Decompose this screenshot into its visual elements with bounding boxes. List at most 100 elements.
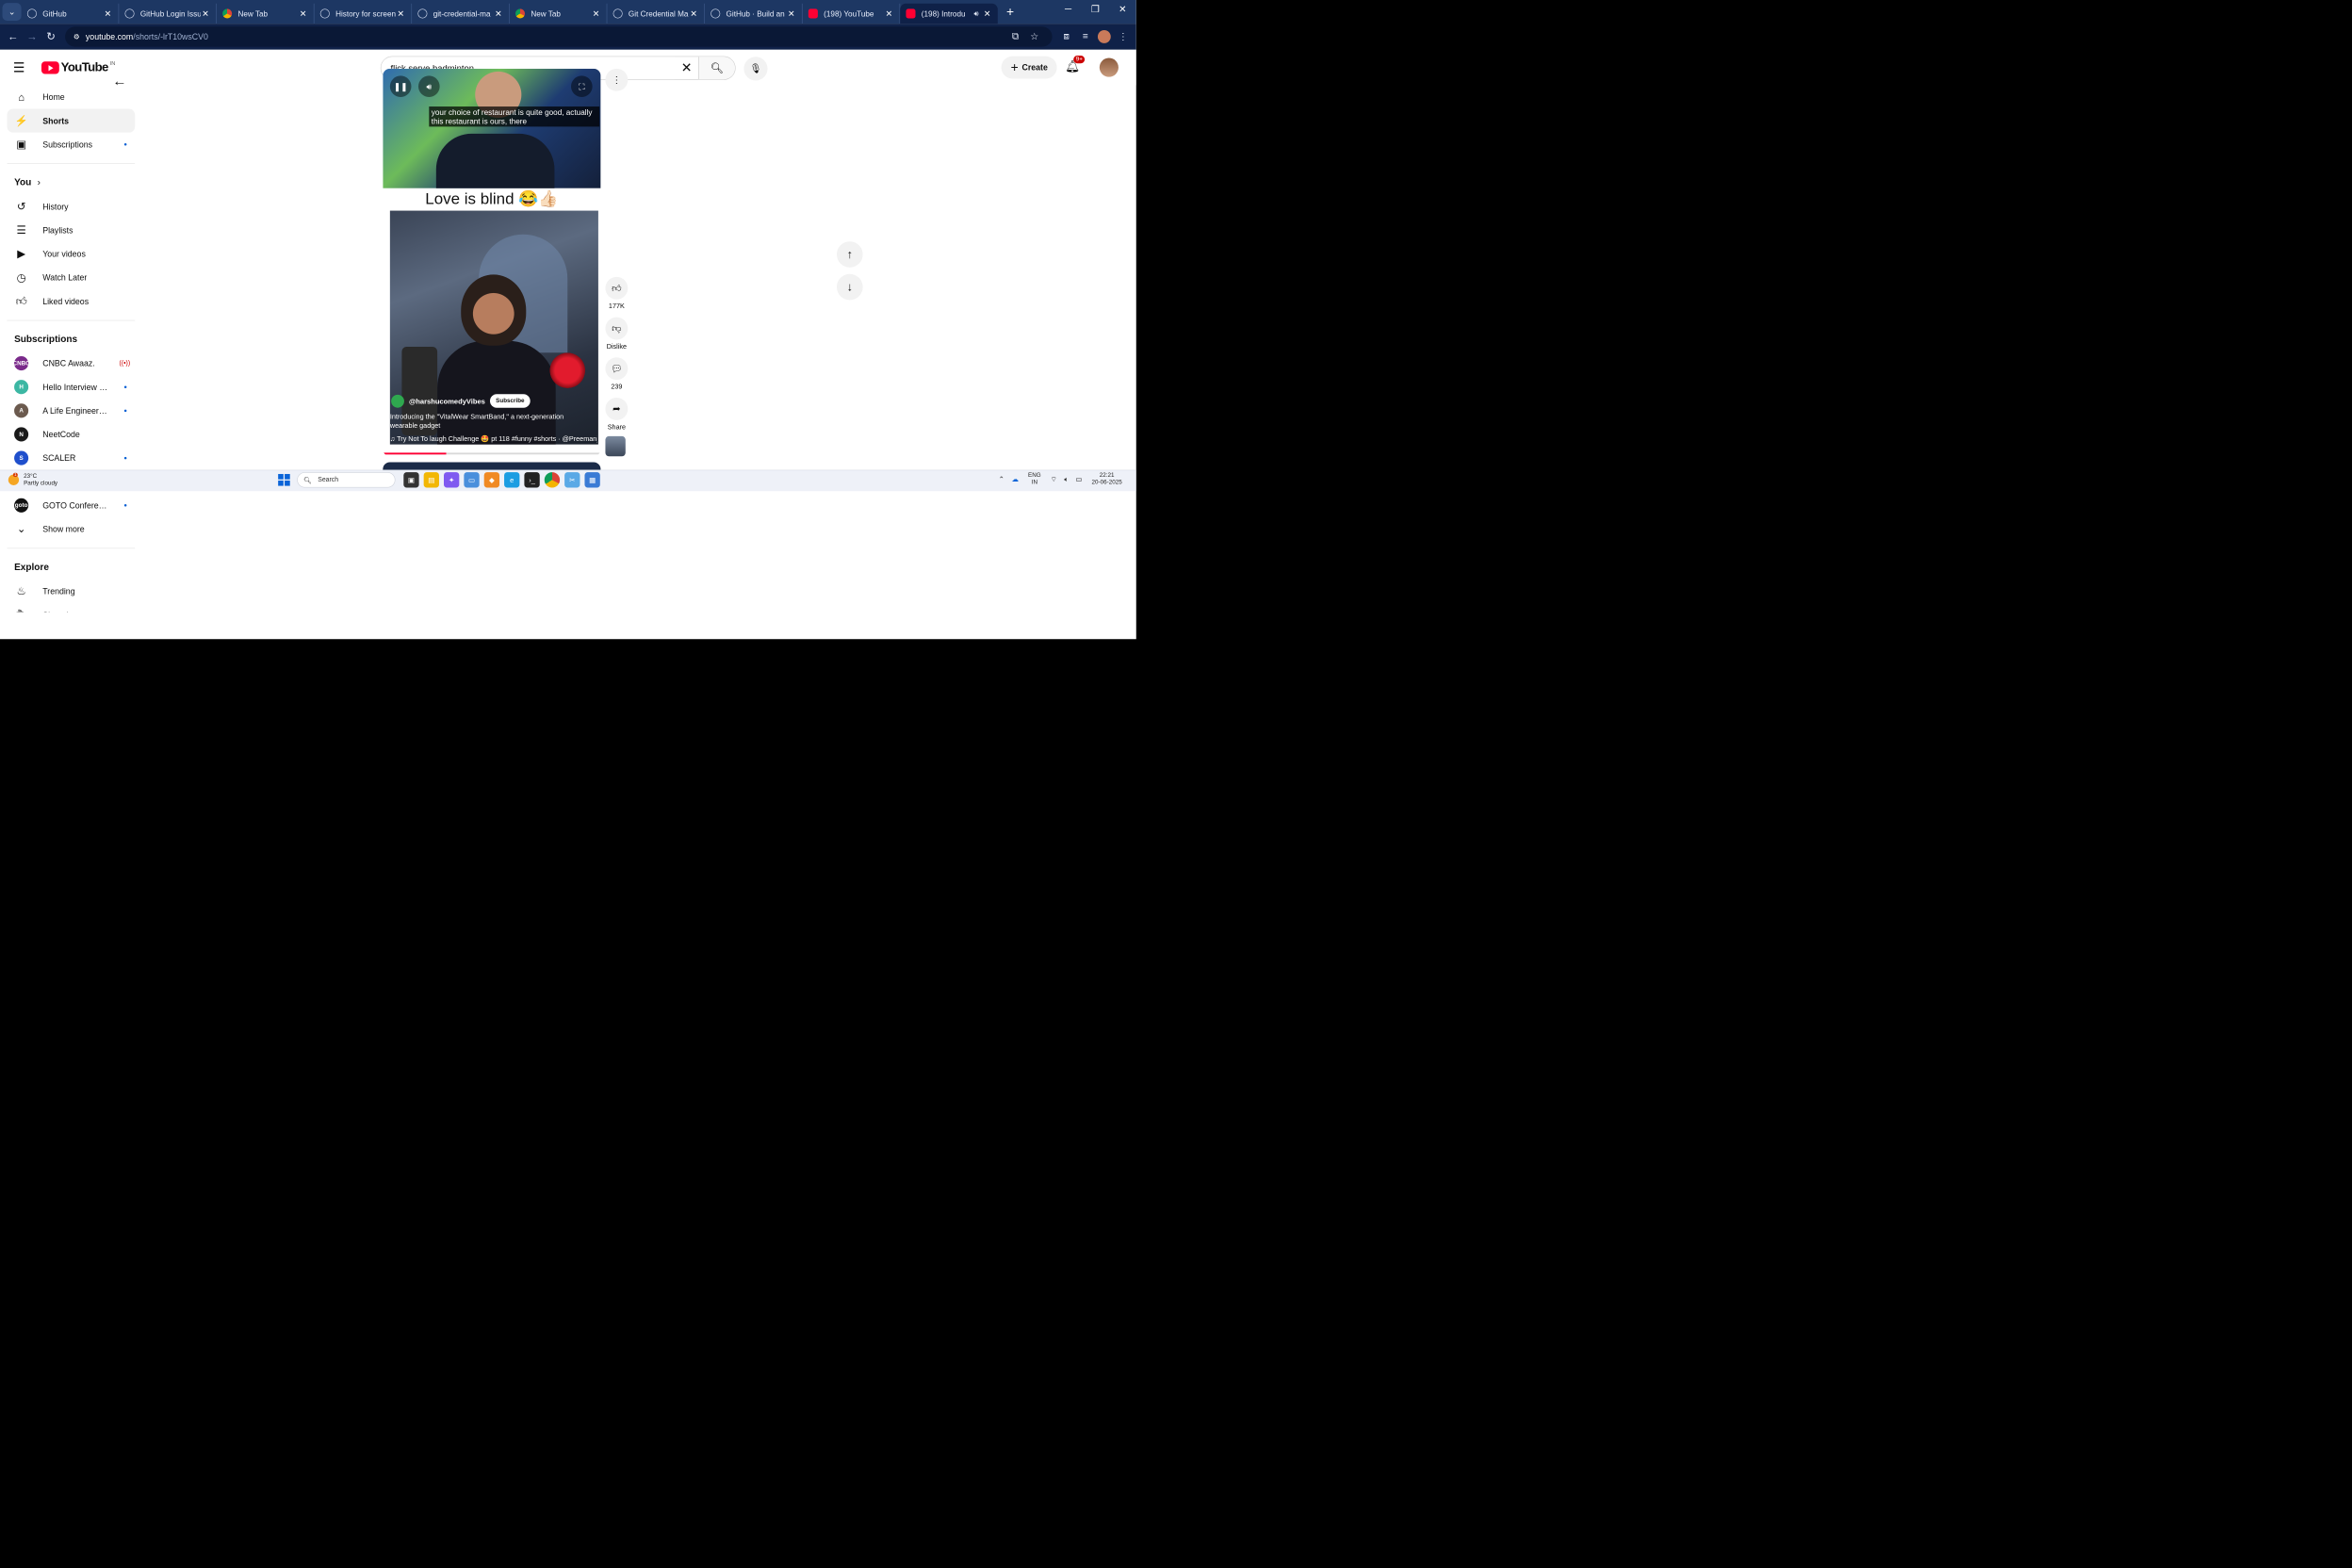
snipping-tool-icon[interactable]: ✂ — [564, 472, 580, 488]
profile-button[interactable] — [1095, 27, 1114, 46]
media-controls-icon[interactable]: ≡ — [1076, 27, 1095, 46]
tab-close-icon[interactable]: ✕ — [787, 8, 796, 19]
sidebar-item[interactable]: H Hello Interview - ... — [8, 375, 136, 399]
chrome-icon[interactable] — [544, 472, 561, 488]
fullscreen-button[interactable]: ⛶ — [571, 75, 593, 97]
pause-button[interactable]: ❚❚ — [389, 75, 412, 97]
forward-button[interactable]: → — [23, 27, 41, 46]
tab-search-button[interactable]: ⌄ — [2, 3, 22, 21]
address-bar[interactable]: ⚙ youtube.com/shorts/-lrT10wsCV0 ⧉ ☆ — [65, 26, 1053, 47]
tab-close-icon[interactable]: ✕ — [103, 8, 112, 19]
edge-icon[interactable]: e — [504, 472, 520, 488]
voice-search-button[interactable]: 🎙︎ — [743, 57, 768, 81]
comments-button[interactable]: 💬︎ 239 — [605, 357, 629, 390]
taskbar-search[interactable]: 🔍︎ Search — [297, 472, 396, 488]
terminal-icon[interactable]: ›_ — [524, 472, 540, 488]
window-app-icon[interactable]: ▭ — [464, 472, 480, 488]
sidebar-you-header[interactable]: You › — [0, 171, 142, 194]
battery-icon[interactable]: ▭ — [1075, 475, 1082, 483]
language-indicator[interactable]: ENG IN — [1028, 472, 1041, 486]
previous-short-button[interactable]: ↑ — [836, 241, 863, 268]
sidebar-item[interactable]: N NeetCode — [8, 422, 136, 446]
tab-audio-icon[interactable]: 🔊︎ — [974, 8, 979, 18]
tab-close-icon[interactable]: ✕ — [494, 8, 503, 19]
sidebar-item[interactable]: ☰ Playlists — [8, 219, 136, 242]
sidebar-item[interactable]: ⚡ Shorts — [7, 108, 136, 133]
account-avatar[interactable] — [1099, 57, 1119, 77]
sidebar-item[interactable]: 🛍︎ Shopping — [8, 603, 136, 612]
close-window-button[interactable]: ✕ — [1109, 0, 1136, 19]
channel-name[interactable]: @harshucomedyVibes — [409, 397, 485, 405]
install-app-icon[interactable]: ⧉ — [1006, 27, 1025, 46]
copilot-icon[interactable]: ✦ — [444, 472, 460, 488]
browser-tab[interactable]: (198) YouTube ✕ — [803, 3, 901, 24]
sidebar-item[interactable]: goto GOTO Conferenc... — [8, 494, 136, 517]
browser-tab[interactable]: GitHub Login Issu ✕ — [119, 3, 217, 24]
back-arrow-icon[interactable]: ← — [112, 74, 126, 90]
speaker-icon[interactable]: 🔈︎ — [1064, 475, 1069, 483]
dislike-button[interactable]: 👎︎ Dislike — [605, 317, 629, 351]
office-app-icon[interactable]: ◆ — [483, 472, 500, 488]
sidebar-item[interactable]: S SCALER — [8, 447, 136, 470]
browser-menu-icon[interactable]: ⋮ — [1114, 27, 1133, 46]
sound-thumbnail[interactable] — [605, 435, 626, 457]
subscribe-button[interactable]: Subscribe — [489, 394, 531, 408]
like-button[interactable]: 👍︎ 177K — [605, 276, 629, 310]
weather-widget[interactable]: 1 23°C Partly cloudy — [8, 472, 57, 487]
tab-close-icon[interactable]: ✕ — [982, 8, 991, 19]
progress-bar[interactable] — [383, 452, 601, 455]
task-view-icon[interactable]: ▣ — [403, 472, 419, 488]
file-explorer-icon[interactable]: ▤ — [423, 472, 439, 488]
chevron-up-icon[interactable]: ⌃ — [999, 475, 1004, 483]
start-button[interactable] — [278, 474, 290, 486]
more-options-button[interactable]: ⋮ — [605, 68, 629, 91]
onedrive-icon[interactable]: ☁ — [1011, 475, 1019, 483]
extensions-icon[interactable]: ⧈ — [1057, 27, 1076, 46]
search-button[interactable]: 🔍︎ — [698, 57, 735, 80]
tab-close-icon[interactable]: ✕ — [884, 8, 893, 19]
browser-tab[interactable]: Git Credential Ma ✕ — [607, 3, 705, 24]
restore-button[interactable]: ❐ — [1082, 0, 1109, 19]
sidebar-item[interactable]: 👍︎ Liked videos — [8, 289, 136, 313]
browser-tab[interactable]: History for screen ✕ — [314, 3, 413, 24]
new-tab-button[interactable]: + — [1002, 4, 1020, 19]
browser-tab[interactable]: git-credential-ma ✕ — [412, 3, 510, 24]
shorts-player[interactable]: ❚❚ 🔊︎ ⛶ your choice of restaurant is qui… — [383, 68, 601, 457]
browser-tab[interactable]: New Tab ✕ — [510, 3, 608, 24]
create-button[interactable]: + Create — [1001, 56, 1057, 79]
clear-search-icon[interactable]: ✕ — [675, 60, 698, 75]
site-info-icon[interactable]: ⚙ — [74, 33, 80, 41]
browser-tab[interactable]: GitHub · Build an ✕ — [705, 3, 803, 24]
wifi-icon[interactable]: ⌔ — [1051, 475, 1057, 483]
show-more-button[interactable]: ⌄ Show more — [8, 517, 136, 541]
sidebar-item[interactable]: A A Life Engineered — [8, 399, 136, 422]
clock[interactable]: 22:21 20-06-2025 — [1092, 472, 1122, 486]
channel-avatar[interactable] — [391, 394, 404, 408]
reload-button[interactable]: ↻ — [41, 27, 60, 46]
hamburger-menu-icon[interactable]: ☰ — [13, 60, 24, 75]
sidebar-item[interactable]: ▣ Subscriptions — [8, 133, 136, 156]
bookmark-star-icon[interactable]: ☆ — [1025, 27, 1044, 46]
volume-button[interactable]: 🔊︎ — [417, 75, 440, 97]
remote-desktop-icon[interactable]: ▦ — [584, 472, 600, 488]
sidebar-item[interactable]: ♨ Trending — [8, 580, 136, 603]
short-description[interactable]: Introducing the "VitalWear SmartBand," a… — [390, 413, 585, 431]
tab-close-icon[interactable]: ✕ — [591, 8, 600, 19]
share-button[interactable]: ➦ Share — [605, 398, 629, 431]
youtube-logo[interactable]: YouTube IN — [41, 60, 115, 74]
sidebar-item[interactable]: ◷ Watch Later — [8, 266, 136, 289]
minimize-button[interactable]: ─ — [1054, 0, 1082, 19]
tab-close-icon[interactable]: ✕ — [201, 8, 210, 19]
browser-tab[interactable]: New Tab ✕ — [217, 3, 315, 24]
browser-tab[interactable]: GitHub ✕ — [22, 3, 120, 24]
back-button[interactable]: ← — [4, 27, 23, 46]
sidebar-item[interactable]: ↺ History — [8, 195, 136, 219]
tab-close-icon[interactable]: ✕ — [299, 8, 308, 19]
sidebar-item[interactable]: ▶ Your videos — [8, 242, 136, 266]
tab-close-icon[interactable]: ✕ — [396, 8, 405, 19]
short-sound-link[interactable]: ♫ Try Not To laugh Challenge 🤩 pt 118 #f… — [390, 434, 597, 443]
browser-tab[interactable]: (198) Introdu 🔊︎ ✕ — [900, 3, 998, 24]
sidebar-item[interactable]: CNBC CNBC Awaaz. ((•)) — [8, 351, 136, 375]
notifications-button[interactable]: 🔔︎ 9+ — [1065, 56, 1086, 74]
tab-close-icon[interactable]: ✕ — [689, 8, 698, 19]
